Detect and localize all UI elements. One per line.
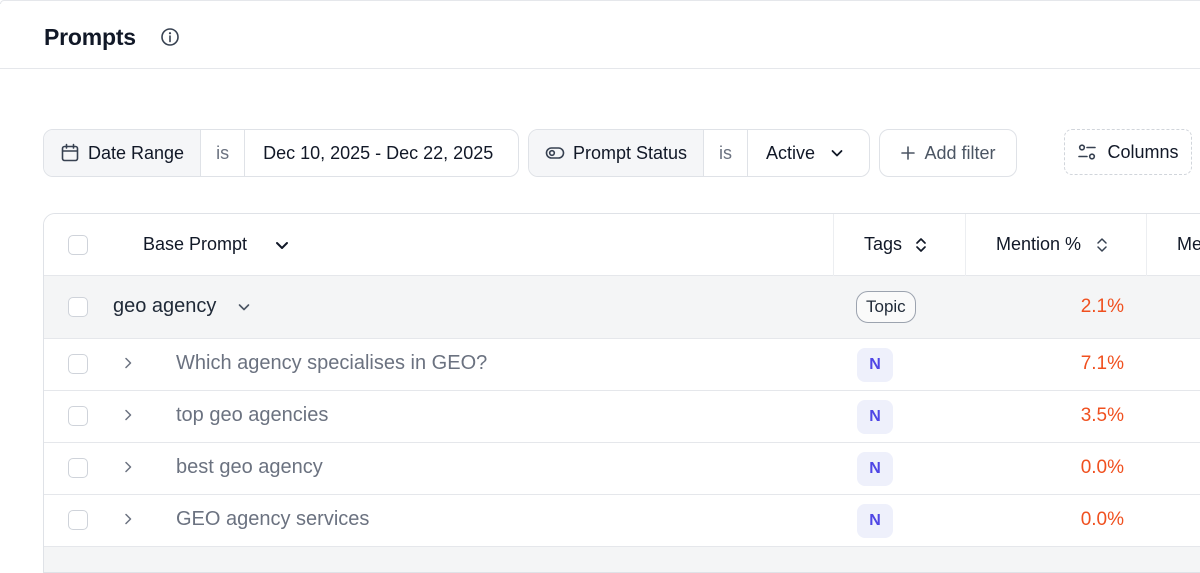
- add-filter-button[interactable]: Add filter: [879, 129, 1017, 177]
- table-row[interactable]: top geo agencies N 3.5%: [44, 391, 1200, 443]
- prompt-text[interactable]: best geo agency: [176, 456, 323, 479]
- columns-button[interactable]: Columns: [1064, 129, 1192, 175]
- select-all-checkbox[interactable]: [68, 235, 88, 255]
- row-checkbox[interactable]: [68, 458, 88, 478]
- info-circle-icon[interactable]: [160, 27, 180, 47]
- column-header-truncated[interactable]: Me: [1177, 234, 1200, 255]
- topic-tag-badge: Topic: [856, 291, 916, 323]
- columns-settings-icon: [1078, 144, 1097, 160]
- table-row[interactable]: best geo agency N 0.0%: [44, 443, 1200, 495]
- calendar-icon: [61, 143, 79, 162]
- prompt-status-filter[interactable]: Prompt Status is Active: [528, 129, 870, 177]
- page-title: Prompts: [44, 24, 136, 50]
- column-header-label: Tags: [864, 234, 903, 254]
- column-divider: [965, 214, 966, 276]
- tag-badge: N: [857, 348, 893, 382]
- prompt-status-field[interactable]: Prompt Status: [529, 130, 704, 176]
- sort-icon: [916, 237, 926, 252]
- mention-percent: 7.1%: [1080, 353, 1124, 374]
- prompt-status-operator[interactable]: is: [703, 130, 749, 176]
- date-range-operator[interactable]: is: [200, 130, 246, 176]
- chevron-down-icon[interactable]: [236, 299, 252, 315]
- mention-percent: 2.1%: [1080, 296, 1124, 317]
- column-divider: [833, 214, 834, 276]
- row-checkbox[interactable]: [68, 354, 88, 374]
- plus-icon: [901, 146, 916, 160]
- prompt-status-label: Prompt Status: [573, 142, 688, 163]
- column-header-mention[interactable]: Mention %: [996, 234, 1109, 255]
- tag-badge: N: [857, 452, 893, 486]
- date-range-label: Date Range: [88, 142, 185, 163]
- group-name: geo agency: [113, 295, 217, 317]
- table-header-row: Base Prompt Tags Mention % Me: [44, 214, 1200, 276]
- tag-badge: N: [857, 504, 893, 538]
- chevron-down-icon: [831, 150, 843, 157]
- date-range-field[interactable]: Date Range: [44, 130, 201, 176]
- column-header-label: Me: [1177, 234, 1200, 254]
- prompts-table: Base Prompt Tags Mention % Me geo agency…: [43, 213, 1200, 573]
- table-row[interactable]: GEO agency services N 0.0%: [44, 495, 1200, 547]
- date-range-filter[interactable]: Date Range is Dec 10, 2025 - Dec 22, 202…: [43, 129, 519, 177]
- add-filter-label: Add filter: [924, 142, 996, 163]
- sort-icon: [1097, 237, 1107, 252]
- tag-badge: N: [857, 400, 893, 434]
- group-checkbox[interactable]: [68, 297, 88, 317]
- prompt-status-value[interactable]: Active: [748, 130, 864, 176]
- chevron-right-icon[interactable]: [120, 511, 136, 527]
- toggle-icon: [545, 147, 565, 159]
- row-checkbox[interactable]: [68, 406, 88, 426]
- chevron-right-icon[interactable]: [120, 459, 136, 475]
- column-divider: [1146, 214, 1147, 276]
- prompt-status-value-text: Active: [766, 142, 816, 163]
- mention-percent: 0.0%: [1080, 509, 1124, 530]
- prompt-text[interactable]: Which agency specialises in GEO?: [176, 352, 487, 375]
- prompt-text[interactable]: top geo agencies: [176, 404, 328, 427]
- chevron-right-icon[interactable]: [120, 355, 136, 371]
- column-header-base-prompt[interactable]: Base Prompt: [143, 234, 291, 255]
- column-header-label: Mention %: [996, 234, 1082, 254]
- column-header-tags[interactable]: Tags: [864, 234, 928, 255]
- columns-label: Columns: [1107, 141, 1179, 162]
- prompt-text[interactable]: GEO agency services: [176, 508, 369, 531]
- group-label[interactable]: geo agency: [113, 295, 252, 318]
- column-header-label: Base Prompt: [143, 234, 248, 254]
- chevron-right-icon[interactable]: [120, 407, 136, 423]
- table-row[interactable]: Which agency specialises in GEO? N 7.1%: [44, 339, 1200, 391]
- row-checkbox[interactable]: [68, 510, 88, 530]
- group-row[interactable]: geo agency Topic 2.1%: [44, 276, 1200, 339]
- mention-percent: 0.0%: [1080, 457, 1124, 478]
- mention-percent: 3.5%: [1080, 405, 1124, 426]
- page-header: Prompts: [0, 4, 1200, 69]
- date-range-value[interactable]: Dec 10, 2025 - Dec 22, 2025: [245, 130, 512, 176]
- chevron-down-icon: [276, 241, 289, 249]
- next-group-row-partial: [44, 547, 1200, 572]
